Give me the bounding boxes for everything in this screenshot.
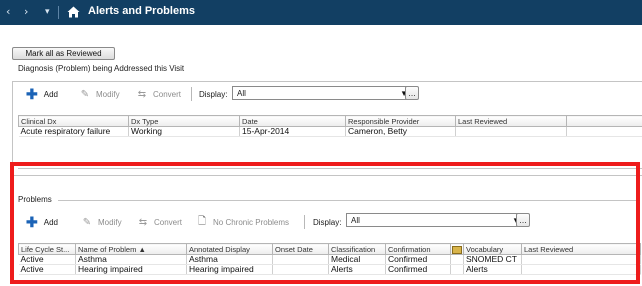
home-icon[interactable] <box>67 6 80 20</box>
cell-clinical-dx: Acute respiratory failure <box>18 126 129 137</box>
cell-date: 15-Apr-2014 <box>239 126 346 137</box>
diagnosis-section-label: Diagnosis (Problem) being Addressed this… <box>18 64 185 73</box>
back-icon[interactable]: ‹ <box>6 5 10 18</box>
diagnosis-add-button[interactable]: ✚ Add <box>26 87 58 101</box>
plus-icon: ✚ <box>26 86 38 102</box>
cell-blank <box>566 126 642 137</box>
chevron-down-icon[interactable]: ▾ <box>45 7 50 17</box>
forward-icon[interactable]: › <box>24 5 28 18</box>
diagnosis-display-select[interactable]: All ▼ <box>232 86 412 100</box>
divider <box>58 6 59 19</box>
toolbar-separator <box>191 87 192 101</box>
cell-dx-type: Working <box>128 126 240 137</box>
diagnosis-modify-button[interactable]: ✎ Modify <box>78 87 120 101</box>
modify-label: Modify <box>96 89 120 99</box>
diagnosis-more-button[interactable]: ... <box>405 86 419 100</box>
diagnosis-display-label: Display: <box>199 89 228 99</box>
column-header-date[interactable]: Date <box>239 115 346 127</box>
window-title: Alerts and Problems <box>88 5 195 17</box>
highlight-box <box>10 162 640 284</box>
modify-icon: ✎ <box>80 88 90 100</box>
title-bar: ‹ › ▾ Alerts and Problems <box>0 0 642 25</box>
table-row[interactable]: Acute respiratory failure Working 15-Apr… <box>18 126 642 137</box>
add-label: Add <box>43 89 58 99</box>
diagnosis-convert-button[interactable]: ⇆ Convert <box>135 87 181 101</box>
column-header-last-reviewed[interactable]: Last Reviewed <box>455 115 567 127</box>
cell-provider: Cameron, Betty <box>345 126 456 137</box>
cell-last-reviewed <box>455 126 567 137</box>
mark-all-reviewed-button[interactable]: Mark all as Reviewed <box>12 47 115 60</box>
convert-icon: ⇆ <box>137 88 147 100</box>
column-header-dx-type[interactable]: Dx Type <box>128 115 240 127</box>
column-header-blank <box>566 115 642 127</box>
diagnosis-table: Clinical Dx Dx Type Date Responsible Pro… <box>18 115 642 137</box>
column-header-responsible-provider[interactable]: Responsible Provider <box>345 115 456 127</box>
display-value: All <box>237 88 246 98</box>
column-header-clinical-dx[interactable]: Clinical Dx <box>18 115 129 127</box>
convert-label: Convert <box>153 89 182 99</box>
